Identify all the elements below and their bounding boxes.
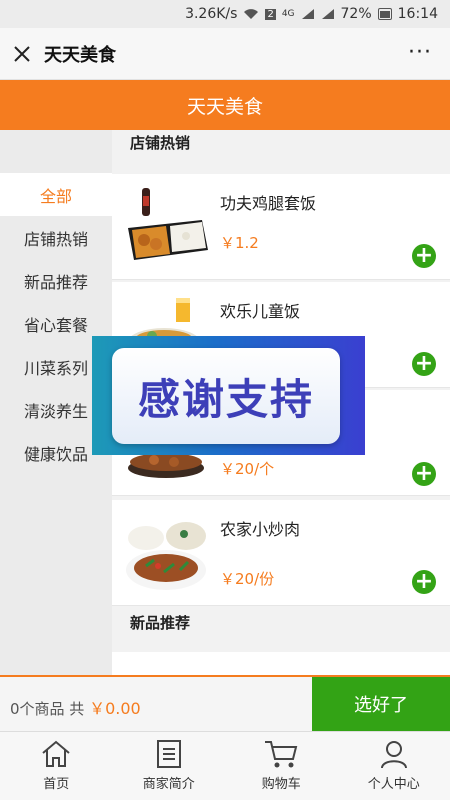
checkout-button[interactable]: 选好了	[312, 677, 450, 731]
battery-percent: 72%	[340, 6, 372, 22]
product-price: ￥20/个	[220, 460, 275, 478]
network-type: 4G	[281, 9, 295, 19]
sidebar-item-all[interactable]: 全部	[0, 173, 112, 216]
overlay-card: 感谢支持	[112, 348, 340, 444]
product-item[interactable]	[112, 652, 450, 675]
add-to-cart-button[interactable]: +	[412, 462, 436, 486]
sidebar-item-label: 全部	[39, 186, 72, 206]
plus-icon: +	[414, 461, 434, 486]
product-name: 欢乐儿童饭	[220, 302, 301, 321]
clock: 16:14	[397, 6, 438, 22]
cart-total: ￥0.00	[89, 699, 141, 718]
more-icon: ···	[408, 40, 432, 65]
add-to-cart-button[interactable]: +	[412, 352, 436, 376]
network-speed: 3.26K/s	[185, 6, 238, 22]
product-price: ￥20/份	[220, 570, 275, 588]
checkout-label: 选好了	[354, 695, 408, 716]
plus-icon: +	[414, 351, 434, 376]
wifi-icon	[244, 9, 259, 19]
plus-icon: +	[414, 243, 434, 268]
more-button[interactable]: ···	[408, 40, 432, 65]
close-button[interactable]	[0, 28, 44, 80]
sidebar-item-new[interactable]: 新品推荐	[0, 259, 112, 302]
add-to-cart-button[interactable]: +	[412, 570, 436, 594]
sim-badge: 2	[265, 8, 276, 20]
chicken-rice-bento-image	[128, 188, 208, 260]
window-title: 天天美食	[44, 44, 116, 66]
cart-summary: 0个商品 共 ￥0.00	[10, 695, 141, 719]
close-icon	[14, 45, 30, 62]
sidebar-item-label: 健康饮品	[23, 444, 88, 464]
overlay-badge: 感谢支持	[92, 336, 365, 455]
cart-icon	[265, 741, 298, 768]
tab-home[interactable]: 首页	[0, 732, 113, 800]
sidebar-item-hot[interactable]: 店铺热销	[0, 216, 112, 259]
tab-profile[interactable]: 个人中心	[338, 732, 450, 800]
product-item[interactable]: 功夫鸡腿套饭 ￥1.2 +	[112, 174, 450, 280]
sidebar-item-label: 省心套餐	[23, 315, 88, 335]
signal-icon-2	[321, 9, 334, 19]
product-name: 农家小炒肉	[220, 520, 301, 539]
tab-label: 首页	[43, 777, 70, 792]
section-title: 新品推荐	[130, 614, 191, 632]
page-title: 天天美食	[186, 95, 263, 118]
product-item[interactable]: 农家小炒肉 ￥20/份 +	[112, 500, 450, 606]
title-bar: 天天美食 ···	[0, 28, 450, 80]
status-bar: 3.26K/s 2 4G 72% 16:14	[0, 0, 450, 28]
overlay-text: 感谢支持	[137, 374, 314, 424]
tab-label: 个人中心	[367, 777, 420, 792]
tab-bar: 首页 商家简介 购物车 个人中心	[0, 731, 450, 800]
signal-icon	[301, 9, 314, 19]
battery-icon	[377, 8, 392, 20]
sidebar-item-label: 清淡养生	[23, 401, 88, 421]
product-name: 功夫鸡腿套饭	[220, 194, 317, 213]
tab-label: 购物车	[261, 777, 301, 792]
sidebar-item-label: 店铺热销	[23, 229, 88, 249]
add-to-cart-button[interactable]: +	[412, 244, 436, 268]
product-price: ￥1.2	[220, 234, 259, 252]
tab-merchant-info[interactable]: 商家简介	[113, 732, 226, 800]
home-icon	[42, 740, 70, 767]
document-icon	[156, 740, 181, 768]
stir-fried-pork-image	[126, 522, 206, 590]
plus-icon: +	[414, 569, 434, 594]
page-header: 天天美食	[0, 80, 450, 130]
cart-count-label: 0个商品 共	[10, 700, 85, 718]
sidebar-item-label: 新品推荐	[23, 272, 88, 292]
sidebar-item-label: 川菜系列	[23, 358, 88, 378]
cart-bar: 0个商品 共 ￥0.00 选好了	[0, 675, 450, 731]
tab-cart[interactable]: 购物车	[225, 732, 338, 800]
user-icon	[380, 741, 407, 769]
section-title: 店铺热销	[130, 134, 191, 152]
tab-label: 商家简介	[142, 777, 195, 792]
